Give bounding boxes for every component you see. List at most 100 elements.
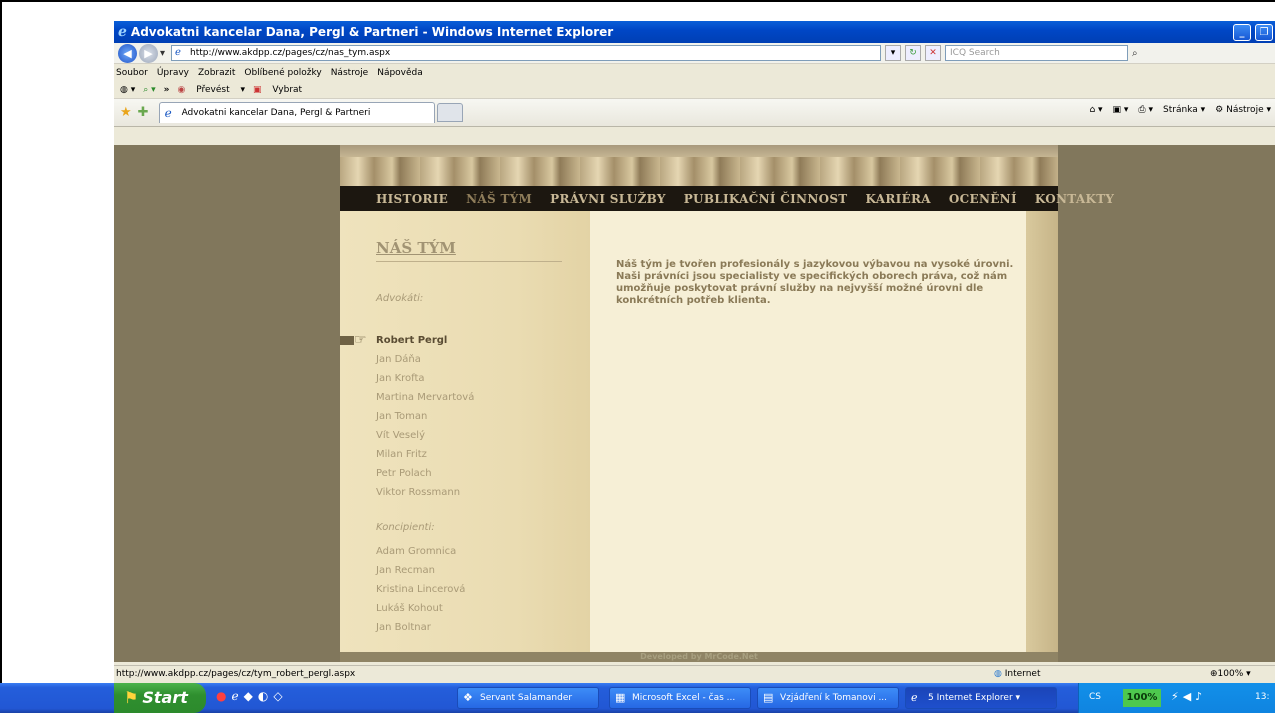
search-input[interactable]: ICQ Search [945, 45, 1129, 61]
team-link-vit-vesely[interactable]: Vít Veselý [376, 430, 425, 441]
team-link-jan-krofta[interactable]: Jan Krofta [376, 373, 425, 384]
stop-icon[interactable]: ✕ [925, 45, 942, 61]
task-internet-explorer[interactable]: ℯ5 Internet Explorer ▾ [905, 687, 1057, 709]
team-link-viktor-rossmann[interactable]: Viktor Rossmann [376, 487, 460, 498]
task-label: Vzjádření k Tomanovi ... [780, 693, 888, 703]
print-icon[interactable]: ⎙ ▾ [1138, 105, 1153, 115]
select-button[interactable]: ▣ Vybrat [253, 85, 310, 95]
forward-button[interactable]: ▶ [139, 43, 158, 63]
task-excel[interactable]: ▦ Microsoft Excel - čas ... [609, 687, 751, 709]
battery-indicator[interactable]: 100% [1123, 689, 1161, 707]
system-tray: CS 100% ⚡◀♪ 13: [1078, 683, 1275, 713]
start-button[interactable]: ⚑ Start [114, 683, 206, 713]
team-link-milan-fritz[interactable]: Milan Fritz [376, 449, 427, 460]
convert-button[interactable]: ◉ Převést ▾ [177, 85, 245, 95]
globe-icon: ◍ [994, 669, 1002, 679]
select-label: Vybrat [272, 84, 303, 95]
window-title: Advokatni kancelar Dana, Pergl & Partner… [130, 25, 614, 39]
tab-current[interactable]: ℯ Advokatni kancelar Dana, Pergl & Partn… [158, 102, 435, 123]
nav-awards[interactable]: OCENĚNÍ [949, 192, 1017, 206]
team-link-martina-mervartova[interactable]: Martina Mervartová [376, 392, 474, 403]
minimize-button[interactable]: _ [1233, 24, 1251, 41]
page-menu[interactable]: Stránka ▾ [1163, 105, 1205, 115]
outlook-icon[interactable]: ◆ [244, 689, 258, 703]
select-icon: ▣ [253, 84, 262, 95]
site-nav: HISTORIE NÁŠ TÝM PRÁVNI SLUŽBY PUBLIKAČN… [340, 186, 1114, 211]
task-label: 5 Internet Explorer [928, 693, 1013, 703]
refresh-icon[interactable]: ↻ [905, 45, 922, 61]
menu-tools[interactable]: Nástroje [331, 68, 369, 78]
desktop-icon[interactable]: ◇ [273, 689, 287, 703]
add-favorites-icon[interactable]: ✚ [138, 105, 149, 120]
url-field[interactable]: ℯ http://www.akdpp.cz/pages/cz/nas_tym.a… [171, 45, 882, 61]
team-link-robert-pergl[interactable]: Robert Pergl [376, 335, 447, 346]
right-column-decoration [1026, 211, 1058, 662]
back-button[interactable]: ◀ [118, 43, 137, 63]
search-icon[interactable]: ⌕ [1132, 48, 1138, 59]
task-word[interactable]: ▤ Vzjádření k Tomanovi ... [757, 687, 899, 709]
browser-window: ℯ Advokatni kancelar Dana, Pergl & Partn… [114, 21, 1275, 690]
home-icon[interactable]: ⌂ ▾ [1089, 105, 1102, 115]
media-icon[interactable]: ◐ [258, 689, 273, 703]
site-footer[interactable]: Developed by MrCode.Net [340, 652, 1058, 662]
clock[interactable]: 13: [1255, 692, 1269, 702]
tab-title: Advokatni kancelar Dana, Pergl & Partner… [181, 108, 371, 118]
balusters-banner [340, 145, 1058, 186]
site-container: HISTORIE NÁŠ TÝM PRÁVNI SLUŽBY PUBLIKAČN… [340, 145, 1114, 662]
favorites-star-icon[interactable]: ★ [120, 105, 132, 120]
toolbar-chevron[interactable]: » [164, 85, 170, 95]
ie-logo-icon: ℯ [118, 24, 127, 40]
tools-menu[interactable]: ⚙ Nástroje ▾ [1215, 105, 1271, 115]
nav-legal-services[interactable]: PRÁVNI SLUŽBY [550, 192, 666, 206]
menu-favorites[interactable]: Oblíbené položky [244, 68, 321, 78]
team-link-adam-gromnica[interactable]: Adam Gromnica [376, 546, 456, 557]
menu-view[interactable]: Zobrazit [198, 68, 235, 78]
tools-menu-label: Nástroje [1226, 105, 1264, 115]
zoom-value: 100% [1217, 669, 1244, 679]
pointing-hand-icon: ☞ [340, 333, 376, 347]
quicklaunch-ie-icon[interactable]: ℯ [231, 689, 243, 703]
address-bar: ◀ ▶ ▾ ℯ http://www.akdpp.cz/pages/cz/nas… [114, 43, 1275, 64]
team-link-petr-polach[interactable]: Petr Polach [376, 468, 432, 479]
nav-team[interactable]: NÁŠ TÝM [466, 192, 532, 206]
menu-file[interactable]: Soubor [116, 68, 148, 78]
lawyers-heading: Advokáti: [376, 293, 424, 304]
task-servant-salamander[interactable]: ❖ Servant Salamander [457, 687, 599, 709]
team-link-kristina-lincerova[interactable]: Kristina Lincerová [376, 584, 465, 595]
tabs-row: ★ ✚ ℯ Advokatni kancelar Dana, Pergl & P… [114, 99, 1275, 127]
menu-help[interactable]: Nápověda [377, 68, 423, 78]
gear-icon: ⚙ [1215, 105, 1224, 115]
team-link-jan-recman[interactable]: Jan Recman [376, 565, 435, 576]
tray-icons[interactable]: ⚡◀♪ [1171, 690, 1206, 703]
team-link-jan-toman[interactable]: Jan Toman [376, 411, 427, 422]
nav-career[interactable]: KARIÉRA [866, 192, 931, 206]
page-icon: ℯ [175, 47, 181, 58]
nav-contacts[interactable]: KONTAKTY [1035, 192, 1114, 206]
page-viewport: HISTORIE NÁŠ TÝM PRÁVNI SLUŽBY PUBLIKAČN… [114, 145, 1275, 662]
main-content: Náš tým je tvořen profesionály s jazykov… [590, 211, 1026, 662]
team-sidebar: NÁŠ TÝM Advokáti: ☞ Robert Pergl Jan Dáň… [340, 211, 590, 662]
team-link-lukas-kohout[interactable]: Lukáš Kohout [376, 603, 443, 614]
nav-publications[interactable]: PUBLIKAČNÍ ČINNOST [684, 192, 848, 206]
taskbar: ⚑ Start ●ℯ◆◐◇ ❖ Servant Salamander ▦ Micros… [0, 683, 1275, 713]
team-link-jan-dana[interactable]: Jan Dáňa [376, 354, 421, 365]
nav-history[interactable]: HISTORIE [376, 192, 448, 206]
language-indicator[interactable]: CS [1089, 692, 1101, 702]
restore-button[interactable]: ❐ [1255, 24, 1273, 41]
feeds-icon[interactable]: ▣ ▾ [1113, 105, 1129, 115]
title-bar[interactable]: ℯ Advokatni kancelar Dana, Pergl & Partn… [114, 21, 1275, 43]
ie-task-icon: ℯ [911, 691, 918, 704]
menu-edit[interactable]: Úpravy [157, 68, 189, 78]
task-label: Servant Salamander [480, 693, 573, 703]
convert-label: Převést [196, 84, 230, 95]
team-link-jan-boltnar[interactable]: Jan Boltnar [376, 622, 431, 633]
opera-icon[interactable]: ● [216, 689, 231, 703]
ie-toolbar-icon[interactable]: ◍ ▾ [120, 85, 135, 95]
history-dropdown-icon[interactable]: ▾ [160, 48, 165, 59]
page-title: NÁŠ TÝM [376, 239, 562, 262]
search-toolbar-icon[interactable]: ⌕ ▾ [143, 85, 155, 95]
new-tab-button[interactable] [436, 103, 463, 122]
tab-ie-icon: ℯ [164, 106, 172, 120]
url-dropdown-icon[interactable]: ▾ [885, 45, 902, 61]
zoom-control[interactable]: ⊕100% ▾ [1210, 666, 1251, 682]
